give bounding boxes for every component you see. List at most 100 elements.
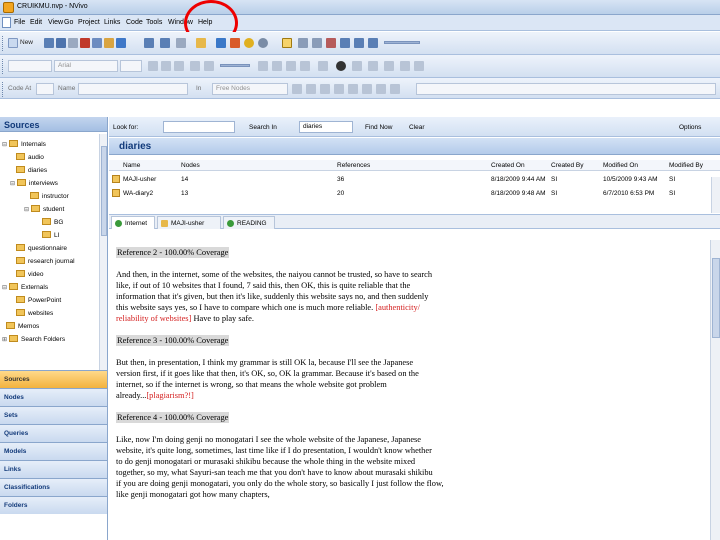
cut-icon[interactable] bbox=[80, 38, 90, 48]
window-icon[interactable] bbox=[354, 38, 364, 48]
scrollbar-thumb[interactable] bbox=[712, 258, 720, 338]
list-icon[interactable] bbox=[144, 38, 154, 48]
tree-node-internals[interactable]: ⊟ Internals bbox=[2, 140, 46, 150]
column-created-by[interactable]: Created By bbox=[551, 162, 584, 169]
tree-node-search-folders[interactable]: ⊞ Search Folders bbox=[2, 335, 65, 345]
new-icon[interactable] bbox=[8, 38, 18, 48]
menu-project[interactable]: Project bbox=[78, 19, 100, 26]
italic-icon[interactable] bbox=[161, 61, 171, 71]
column-created-on[interactable]: Created On bbox=[491, 162, 525, 169]
nav-button-nodes[interactable]: Nodes bbox=[0, 388, 107, 406]
nav-button-sources[interactable]: Sources bbox=[0, 370, 107, 388]
spread-coding-icon[interactable] bbox=[362, 84, 372, 94]
menu-edit[interactable]: Edit bbox=[30, 19, 42, 26]
save-icon[interactable] bbox=[56, 38, 66, 48]
folder-icon[interactable] bbox=[196, 38, 206, 48]
date-icon[interactable] bbox=[414, 61, 424, 71]
tree-node-powerpoint[interactable]: PowerPoint bbox=[16, 296, 61, 305]
find-icon[interactable] bbox=[176, 38, 186, 48]
in-select[interactable]: Free Nodes bbox=[212, 83, 288, 95]
image-icon[interactable] bbox=[384, 61, 394, 71]
nav-button-folders[interactable]: Folders bbox=[0, 496, 107, 514]
nav-button-links[interactable]: Links bbox=[0, 460, 107, 478]
tree-node-externals[interactable]: ⊟ Externals bbox=[2, 283, 48, 293]
underline-icon[interactable] bbox=[174, 61, 184, 71]
nav-button-classifications[interactable]: Classifications bbox=[0, 478, 107, 496]
undo-icon[interactable] bbox=[116, 38, 126, 48]
content-scrollbar[interactable] bbox=[710, 240, 720, 540]
detail-view-icon[interactable] bbox=[216, 38, 226, 48]
code-invivo-icon[interactable] bbox=[320, 84, 330, 94]
nav-button-queries[interactable]: Queries bbox=[0, 424, 107, 442]
search-in-field[interactable]: diaries bbox=[299, 121, 353, 133]
tree-node-instructor[interactable]: instructor bbox=[30, 192, 69, 201]
menu-view[interactable]: View bbox=[48, 19, 63, 26]
bold-icon[interactable] bbox=[148, 61, 158, 71]
tree-node-student[interactable]: ⊟ student bbox=[24, 205, 64, 215]
code-icon[interactable] bbox=[292, 84, 302, 94]
menu-tools[interactable]: Tools bbox=[146, 19, 162, 26]
chart-icon[interactable] bbox=[230, 38, 240, 48]
table-icon[interactable] bbox=[368, 61, 378, 71]
tree-node-diaries[interactable]: diaries bbox=[16, 166, 47, 175]
tab-internet[interactable]: Internet bbox=[111, 216, 155, 229]
options-button[interactable]: Options bbox=[679, 124, 701, 131]
tab-maji-usher[interactable]: MAJI-usher bbox=[157, 216, 221, 229]
column-references[interactable]: References bbox=[337, 162, 370, 169]
paste-icon[interactable] bbox=[104, 38, 114, 48]
tree-node-li[interactable]: LI bbox=[42, 231, 59, 240]
list-scrollbar[interactable] bbox=[711, 177, 720, 213]
see-also-icon[interactable] bbox=[312, 38, 322, 48]
zoom-icon[interactable] bbox=[258, 38, 268, 48]
open-icon[interactable] bbox=[44, 38, 54, 48]
document-icon[interactable] bbox=[2, 17, 11, 28]
binoculars-icon[interactable] bbox=[336, 61, 346, 71]
menu-links[interactable]: Links bbox=[104, 19, 120, 26]
nav-button-sets[interactable]: Sets bbox=[0, 406, 107, 424]
column-nodes[interactable]: Nodes bbox=[181, 162, 200, 169]
memo-icon[interactable] bbox=[282, 38, 292, 48]
table-row[interactable]: WA-diary2 13 20 8/18/2009 9:48 AM SI 6/7… bbox=[109, 188, 720, 199]
justify-icon[interactable] bbox=[300, 61, 310, 71]
menu-code[interactable]: Code bbox=[126, 19, 143, 26]
coding-stripes-icon[interactable] bbox=[334, 84, 344, 94]
align-left-icon[interactable] bbox=[258, 61, 268, 71]
menu-file[interactable]: File bbox=[14, 19, 25, 26]
insert-icon[interactable] bbox=[352, 61, 362, 71]
font-select[interactable]: Arial bbox=[54, 60, 118, 72]
tree-node-questionnaire[interactable]: questionnaire bbox=[16, 244, 67, 253]
indent-slider[interactable] bbox=[220, 64, 250, 67]
annotation-icon[interactable] bbox=[298, 38, 308, 48]
tab-reading[interactable]: READING bbox=[223, 216, 275, 229]
coding-density-icon[interactable] bbox=[390, 84, 400, 94]
code-at-select[interactable] bbox=[36, 83, 54, 95]
layout-icon[interactable] bbox=[368, 38, 378, 48]
tree-node-audio[interactable]: audio bbox=[16, 153, 44, 162]
tree-node-interviews[interactable]: ⊟ interviews bbox=[10, 179, 58, 189]
dock-icon[interactable] bbox=[340, 38, 350, 48]
tree-node-memos[interactable]: Memos bbox=[6, 322, 39, 331]
column-modified-by[interactable]: Modified By bbox=[669, 162, 703, 169]
column-modified-on[interactable]: Modified On bbox=[603, 162, 638, 169]
highlight-color-icon[interactable] bbox=[204, 61, 214, 71]
tree-node-bg[interactable]: BG bbox=[42, 218, 63, 227]
clear-button[interactable]: Clear bbox=[409, 124, 425, 131]
node-name-input[interactable] bbox=[78, 83, 188, 95]
zoom-slider[interactable] bbox=[384, 41, 420, 44]
column-name[interactable]: Name bbox=[123, 162, 140, 169]
look-for-input[interactable] bbox=[163, 121, 235, 133]
font-size-select[interactable] bbox=[120, 60, 142, 72]
copy-icon[interactable] bbox=[92, 38, 102, 48]
symbol-icon[interactable] bbox=[400, 61, 410, 71]
tree-node-websites[interactable]: websites bbox=[16, 309, 53, 318]
coding-context-icon[interactable] bbox=[376, 84, 386, 94]
print-icon[interactable] bbox=[68, 38, 78, 48]
find-now-button[interactable]: Find Now bbox=[365, 124, 392, 131]
table-row[interactable]: MAJI-usher 14 36 8/18/2009 9:44 AM SI 10… bbox=[109, 174, 720, 185]
style-select[interactable] bbox=[8, 60, 52, 72]
highlight-coding-icon[interactable] bbox=[348, 84, 358, 94]
link-icon[interactable] bbox=[326, 38, 336, 48]
nav-button-models[interactable]: Models bbox=[0, 442, 107, 460]
properties-icon[interactable] bbox=[160, 38, 170, 48]
align-center-icon[interactable] bbox=[272, 61, 282, 71]
